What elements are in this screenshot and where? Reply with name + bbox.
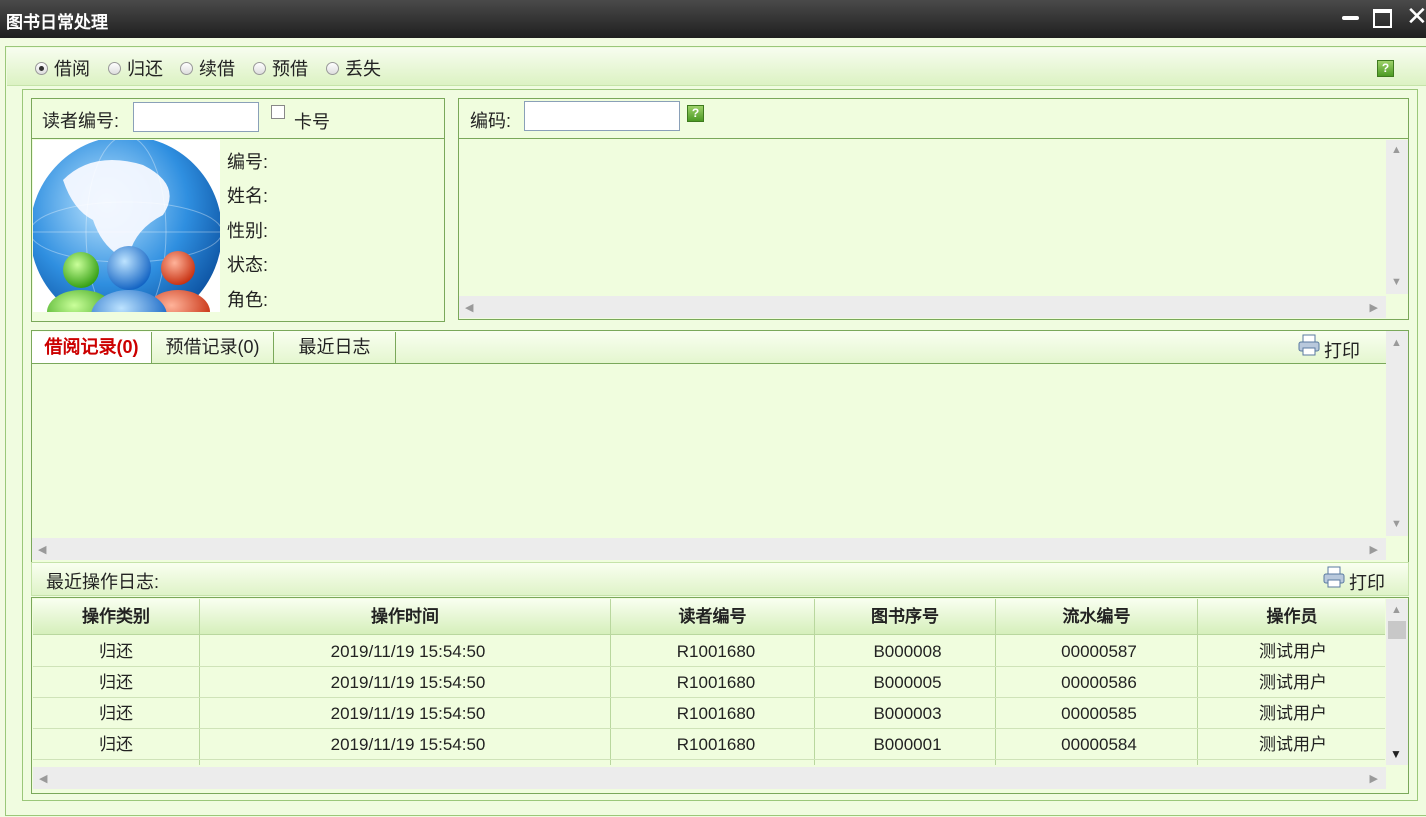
radio-return[interactable]: 归还	[108, 57, 163, 79]
code-divider	[458, 138, 1409, 139]
table-cell: 测试用户	[1259, 642, 1327, 661]
log-print-label[interactable]: 打印	[1349, 569, 1385, 595]
field-name-label: 姓名:	[227, 186, 269, 206]
radio-lost-label: 丢失	[345, 59, 381, 79]
window-title: 图书日常处理	[6, 13, 108, 32]
col-header-reader-id[interactable]: 读者编号	[611, 599, 814, 635]
log-title: 最近操作日志:	[46, 572, 160, 592]
log-header	[31, 562, 1409, 596]
table-cell: R1001680	[676, 673, 756, 692]
scroll-down-icon[interactable]: ▼	[1390, 747, 1402, 761]
maximize-button[interactable]	[1372, 8, 1394, 28]
table-cell: R1001680	[676, 642, 756, 661]
scroll-up-icon[interactable]: ▲	[1391, 337, 1402, 349]
scroll-right-icon[interactable]: ▶	[1370, 543, 1378, 556]
table-cell: 00000585	[1061, 704, 1137, 723]
scroll-left-icon[interactable]: ◀	[38, 543, 46, 556]
reader-id-label: 读者编号:	[42, 111, 120, 131]
table-cell: 00000587	[1061, 642, 1137, 661]
code-label: 编码:	[470, 111, 512, 131]
records-print-label[interactable]: 打印	[1324, 337, 1360, 363]
col-header-time[interactable]: 操作时间	[200, 599, 610, 635]
table-cell: 00000586	[1061, 673, 1137, 692]
code-input[interactable]	[524, 101, 680, 131]
table-cell: 测试用户	[1259, 704, 1327, 723]
minimize-button[interactable]	[1340, 8, 1362, 28]
scroll-right-icon[interactable]: ▶	[1370, 772, 1378, 785]
tab-reserve-records[interactable]: 预借记录(0)	[152, 332, 274, 363]
table-cell: 2019/11/19 15:54:50	[330, 735, 486, 754]
radio-reserve[interactable]: 预借	[253, 57, 308, 79]
radio-return-dot[interactable]	[108, 61, 121, 75]
code-panel	[458, 98, 1409, 320]
field-number-label: 编号:	[227, 152, 269, 172]
radio-renew-label: 续借	[199, 59, 235, 79]
radio-reserve-dot[interactable]	[253, 61, 266, 75]
help-icon[interactable]: ?	[1377, 60, 1394, 77]
field-gender-label: 性别:	[227, 221, 269, 241]
table-cell: 归还	[99, 704, 133, 723]
tab-recent-log[interactable]: 最近日志	[274, 332, 396, 363]
log-horizontal-scrollbar[interactable]: ◀ ▶	[33, 767, 1386, 789]
scroll-left-icon[interactable]: ◀	[465, 301, 473, 314]
radio-borrow-dot[interactable]	[35, 61, 48, 75]
scroll-up-icon[interactable]: ▲	[1391, 604, 1402, 616]
card-checkbox-label: 卡号	[294, 112, 330, 132]
records-horizontal-scrollbar[interactable]: ◀ ▶	[32, 538, 1386, 560]
reader-avatar	[33, 140, 220, 312]
col-header-type[interactable]: 操作类别	[33, 599, 199, 635]
field-role-label: 角色:	[227, 290, 269, 310]
scroll-thumb[interactable]	[1388, 621, 1406, 639]
globe-users-icon	[33, 140, 220, 312]
table-cell: R1001680	[676, 735, 756, 754]
code-help-icon[interactable]: ?	[687, 105, 704, 122]
reader-id-input[interactable]	[133, 102, 259, 132]
table-cell: 测试用户	[1259, 735, 1327, 754]
scroll-left-icon[interactable]: ◀	[39, 772, 47, 785]
table-cell: 2019/11/19 15:54:50	[330, 642, 486, 661]
log-printer-icon[interactable]	[1322, 565, 1346, 589]
table-cell: 归还	[99, 735, 133, 754]
table-cell: B000001	[873, 735, 942, 754]
table-cell: B000005	[873, 673, 942, 692]
close-button[interactable]: ✕	[1406, 3, 1426, 29]
table-cell: R1001680	[676, 704, 756, 723]
records-panel	[31, 330, 1409, 563]
radio-renew-dot[interactable]	[180, 61, 193, 75]
table-cell: 归还	[99, 673, 133, 692]
radio-renew[interactable]: 续借	[180, 57, 235, 79]
scroll-down-icon[interactable]: ▼	[1391, 276, 1402, 288]
scroll-right-icon[interactable]: ▶	[1370, 301, 1378, 314]
col-header-book-no[interactable]: 图书序号	[815, 599, 995, 635]
table-cell: 00000584	[1061, 735, 1137, 754]
title-bar	[0, 0, 1426, 38]
radio-lost[interactable]: 丢失	[326, 57, 381, 79]
table-cell: B000008	[873, 642, 942, 661]
col-header-serial-no[interactable]: 流水编号	[996, 599, 1197, 635]
table-cell: 归还	[99, 642, 133, 661]
radio-return-label: 归还	[127, 59, 163, 79]
tab-borrow-records[interactable]: 借阅记录(0)	[32, 332, 152, 363]
table-cell: 2019/11/19 15:54:50	[330, 673, 486, 692]
reader-divider	[31, 138, 445, 139]
radio-borrow[interactable]: 借阅	[35, 57, 90, 79]
table-cell: 2019/11/19 15:54:50	[330, 704, 486, 723]
log-vertical-scrollbar[interactable]: ▲ ▼	[1386, 599, 1408, 765]
scroll-up-icon[interactable]: ▲	[1391, 144, 1402, 156]
field-status-label: 状态:	[227, 255, 269, 275]
records-vertical-scrollbar[interactable]: ▲ ▼	[1386, 331, 1408, 536]
scroll-down-icon[interactable]: ▼	[1391, 518, 1402, 530]
radio-reserve-label: 预借	[272, 59, 308, 79]
code-vertical-scrollbar[interactable]: ▲ ▼	[1386, 140, 1408, 294]
table-cell: B000003	[873, 704, 942, 723]
code-horizontal-scrollbar[interactable]: ◀ ▶	[459, 296, 1386, 318]
radio-lost-dot[interactable]	[326, 61, 339, 75]
col-header-operator[interactable]: 操作员	[1198, 599, 1386, 635]
table-cell: 测试用户	[1259, 673, 1327, 692]
card-checkbox[interactable]	[271, 105, 285, 119]
radio-borrow-label: 借阅	[54, 59, 90, 79]
printer-icon[interactable]	[1297, 333, 1321, 357]
